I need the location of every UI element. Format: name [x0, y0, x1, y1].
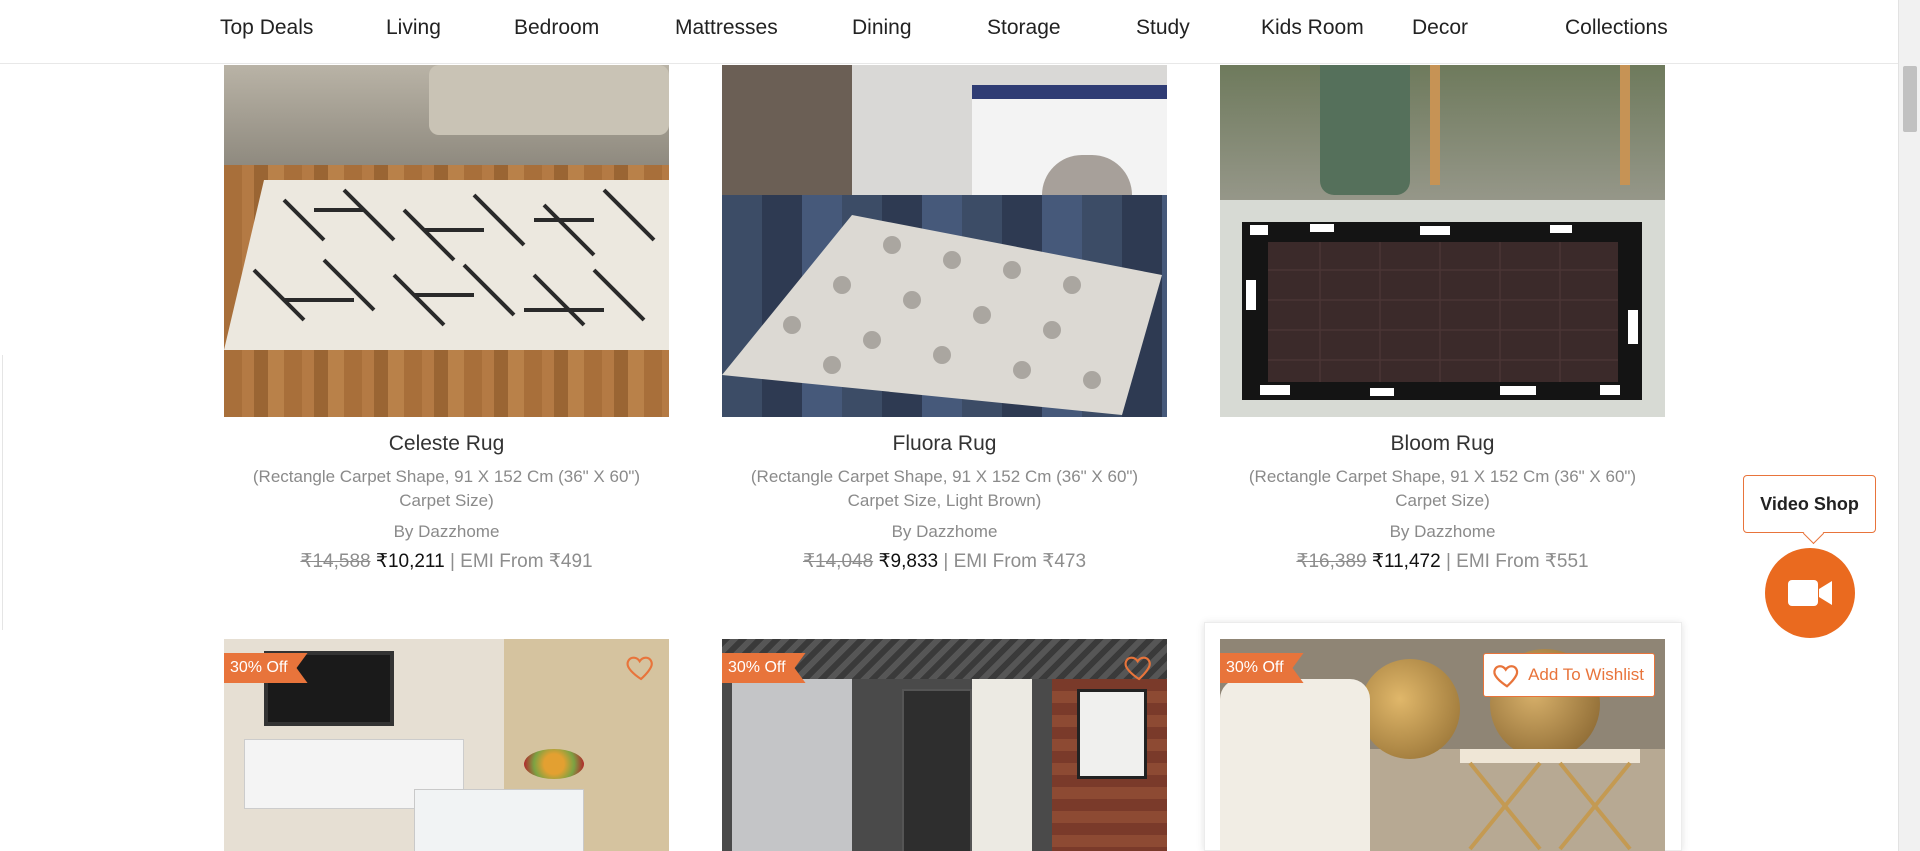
discount-badge: 30% Off: [1220, 653, 1304, 683]
left-edge-panel: [0, 355, 3, 630]
sale-price: ₹10,211: [375, 551, 445, 572]
nav-mattresses[interactable]: Mattresses: [675, 16, 778, 40]
sale-price: ₹9,833: [878, 551, 939, 572]
side-table-icon: [1460, 749, 1640, 851]
product-brand: By Dazzhome: [393, 522, 500, 541]
product-brand: By Dazzhome: [1389, 522, 1496, 541]
original-price: ₹14,048: [802, 551, 874, 572]
video-shop-button[interactable]: [1765, 548, 1855, 638]
emi-info: | EMI From ₹551: [1445, 551, 1589, 572]
nav-study[interactable]: Study: [1136, 16, 1190, 40]
add-to-wishlist-button[interactable]: Add To Wishlist: [1483, 653, 1655, 697]
nav-kids-room[interactable]: Kids Room: [1261, 16, 1364, 40]
product-price: ₹14,588 ₹10,211 | EMI From ₹491: [224, 550, 669, 573]
original-price: ₹16,389: [1296, 551, 1367, 572]
product-description-line: (Rectangle Carpet Shape, 91 X 152 Cm (36…: [252, 467, 641, 486]
top-navigation: Top Deals Living Bedroom Mattresses Dini…: [0, 0, 1898, 64]
product-name[interactable]: Fluora Rug: [722, 432, 1167, 456]
product-description-line: (Rectangle Carpet Shape, 91 X 152 Cm (36…: [1248, 467, 1637, 486]
nav-living[interactable]: Living: [386, 16, 441, 40]
sale-price: ₹11,472: [1371, 551, 1441, 572]
video-shop-tooltip[interactable]: Video Shop: [1743, 475, 1876, 533]
product-card[interactable]: Fluora Rug (Rectangle Carpet Shape, 91 X…: [722, 65, 1167, 573]
product-brand: By Dazzhome: [891, 522, 998, 541]
add-to-wishlist-label: Add To Wishlist: [1528, 665, 1644, 684]
product-image-fluora-rug[interactable]: [722, 65, 1167, 417]
scrollbar-thumb[interactable]: [1903, 66, 1917, 132]
original-price: ₹14,588: [300, 551, 371, 572]
product-card-image[interactable]: 30% Off: [722, 639, 1167, 851]
nav-decor[interactable]: Decor: [1412, 16, 1468, 40]
video-shop-label: Video Shop: [1760, 493, 1859, 514]
heart-icon: [1493, 665, 1519, 688]
product-description-line: Carpet Size, Light Brown): [847, 491, 1042, 510]
nav-storage[interactable]: Storage: [987, 16, 1061, 40]
nav-collections[interactable]: Collections: [1565, 16, 1668, 40]
product-price: ₹14,048 ₹9,833 | EMI From ₹473: [722, 550, 1167, 573]
rug-pattern-icon: [224, 180, 669, 350]
rug-pattern-icon: [722, 215, 1162, 415]
product-description-line: (Rectangle Carpet Shape, 91 X 152 Cm (36…: [750, 467, 1139, 486]
product-image-celeste-rug[interactable]: [224, 65, 669, 417]
nav-top-deals[interactable]: Top Deals: [220, 16, 313, 40]
product-image-bloom-rug[interactable]: [1220, 65, 1665, 417]
emi-info: | EMI From ₹473: [943, 551, 1087, 572]
product-card-image[interactable]: 30% Off: [224, 639, 669, 851]
discount-badge: 30% Off: [722, 653, 806, 683]
page-scrollbar[interactable]: [1898, 0, 1920, 851]
rug-pattern-icon: [1220, 200, 1665, 417]
product-name[interactable]: Celeste Rug: [224, 432, 669, 456]
product-description: (Rectangle Carpet Shape, 91 X 152 Cm (36…: [722, 465, 1167, 513]
heart-icon[interactable]: [625, 651, 657, 683]
product-name[interactable]: Bloom Rug: [1220, 432, 1665, 456]
product-description-line: Carpet Size): [1395, 491, 1490, 510]
product-description: (Rectangle Carpet Shape, 91 X 152 Cm (36…: [224, 465, 669, 513]
product-price: ₹16,389 ₹11,472 | EMI From ₹551: [1220, 550, 1665, 573]
nav-dining[interactable]: Dining: [852, 16, 912, 40]
product-description: (Rectangle Carpet Shape, 91 X 152 Cm (36…: [1220, 465, 1665, 513]
discount-badge: 30% Off: [224, 653, 308, 683]
video-camera-icon: [1788, 580, 1832, 606]
nav-bedroom[interactable]: Bedroom: [514, 16, 599, 40]
product-card-image[interactable]: 30% Off Add To Wishlist: [1220, 639, 1665, 851]
product-card[interactable]: Bloom Rug (Rectangle Carpet Shape, 91 X …: [1220, 65, 1665, 573]
heart-icon[interactable]: [1123, 651, 1155, 683]
emi-info: | EMI From ₹491: [449, 551, 593, 572]
product-card[interactable]: Celeste Rug (Rectangle Carpet Shape, 91 …: [224, 65, 669, 573]
product-description-line: Carpet Size): [399, 491, 494, 510]
